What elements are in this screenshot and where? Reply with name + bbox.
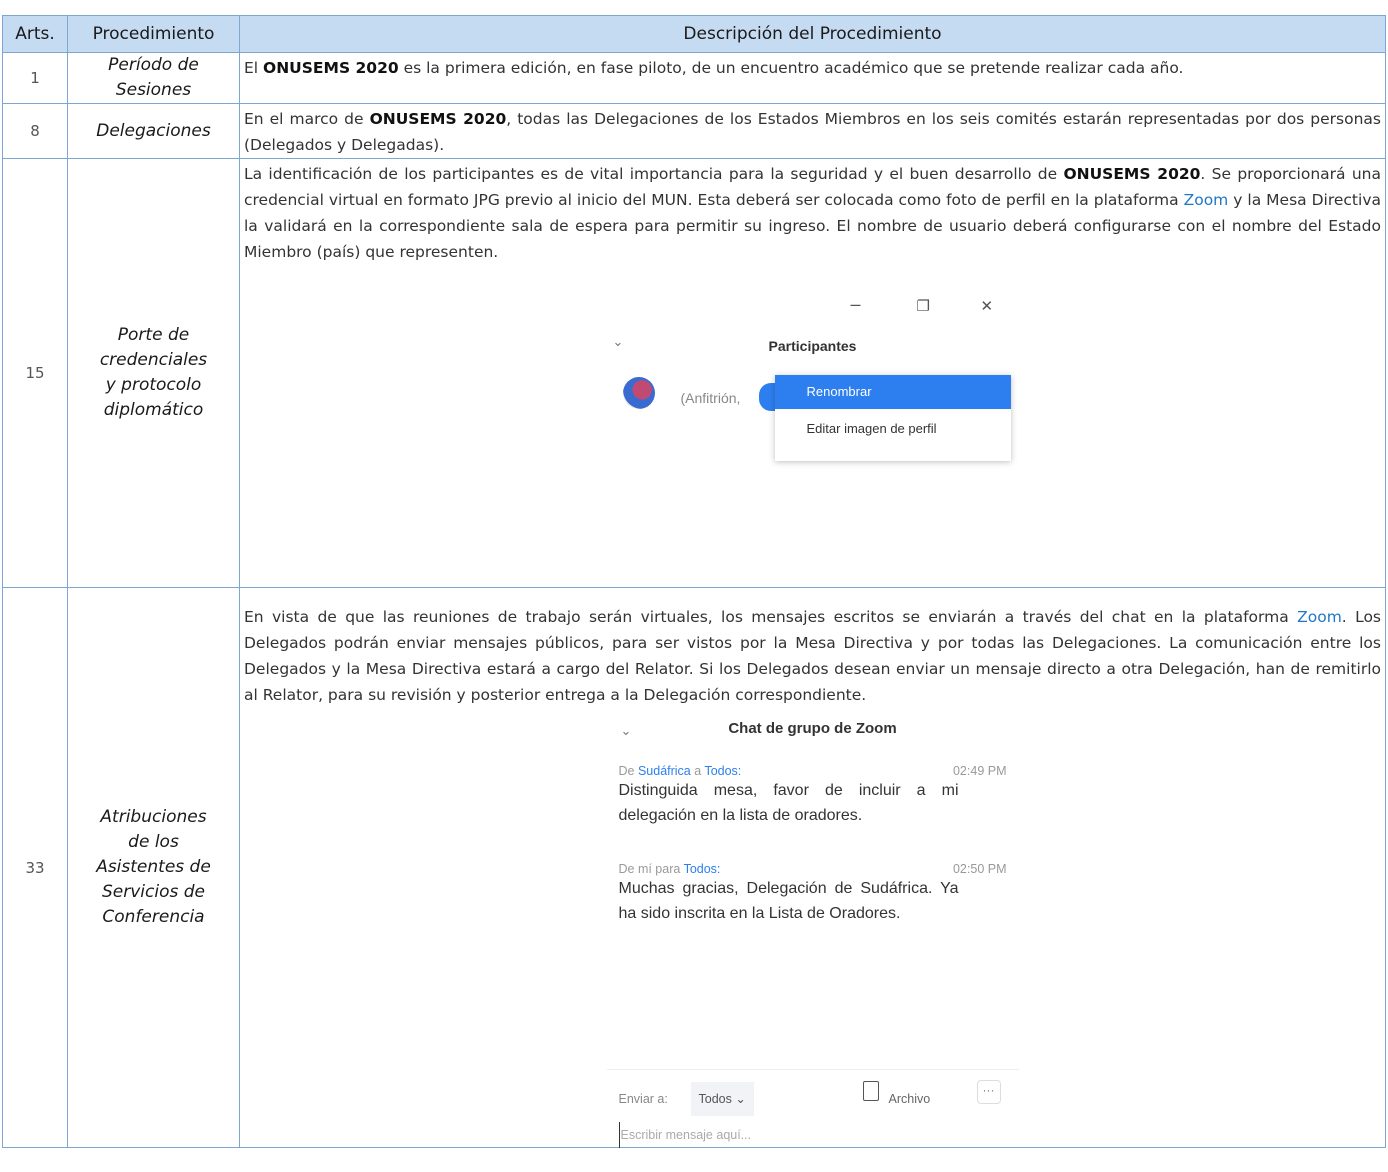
message-text: Muchas gracias, Delegación de Sudáfrica.… bbox=[618, 880, 959, 922]
procedures-table: Arts. Procedimiento Descripción del Proc… bbox=[2, 15, 1386, 1148]
desc-text: En el marco de bbox=[244, 110, 370, 128]
desc-text: es la primera edición, en fase piloto, d… bbox=[398, 59, 1184, 77]
table-row: 15 Porte de credenciales y protocolo dip… bbox=[2, 158, 1386, 588]
menu-item-renombrar: Renombrar bbox=[774, 375, 1011, 409]
desc-text: El bbox=[244, 59, 264, 77]
table-row: 8 Delegaciones En el marco de ONUSEMS 20… bbox=[2, 103, 1386, 159]
table-header-row: Arts. Procedimiento Descripción del Proc… bbox=[2, 15, 1386, 53]
procedure-description: El ONUSEMS 2020 es la primera edición, e… bbox=[239, 52, 1386, 104]
more-icon: ··· bbox=[976, 1080, 1001, 1104]
send-to-label: Enviar a: bbox=[618, 1092, 668, 1106]
procedure-name-line: de los bbox=[128, 832, 179, 852]
message-text: Distinguida mesa, favor de incluir a mi … bbox=[618, 782, 959, 824]
procedure-name-line: Porte de bbox=[117, 325, 190, 345]
avatar bbox=[622, 377, 655, 409]
desc-text: En vista de que las reuniones de trabajo… bbox=[244, 608, 1298, 626]
meta-text: a bbox=[690, 764, 705, 778]
procedure-name-line: y protocolo bbox=[105, 375, 202, 395]
message-input: Escribir mensaje aquí... bbox=[618, 1122, 751, 1148]
desc-bold: ONUSEMS 2020 bbox=[263, 59, 399, 77]
procedure-name: Delegaciones bbox=[67, 103, 240, 159]
minimize-icon: – bbox=[850, 294, 861, 314]
procedure-name: Atribuciones de los Asistentes de Servic… bbox=[67, 587, 240, 1148]
message-meta: De Sudáfrica a Todos: 02:49 PM bbox=[619, 758, 1007, 778]
procedure-name: Período de Sesiones bbox=[67, 52, 240, 104]
chat-message: De Sudáfrica a Todos: 02:49 PM Distingui… bbox=[619, 758, 1007, 828]
zoom-link[interactable]: Zoom bbox=[1297, 608, 1342, 626]
header-descripcion: Descripción del Procedimiento bbox=[239, 15, 1386, 53]
procedure-description: En el marco de ONUSEMS 2020, todas las D… bbox=[239, 103, 1386, 159]
procedure-name-line: diplomático bbox=[103, 400, 204, 420]
recipient-name: Todos: bbox=[683, 862, 721, 876]
article-number: 1 bbox=[2, 52, 68, 104]
meta-text: De bbox=[618, 764, 638, 778]
header-procedimiento: Procedimiento bbox=[67, 15, 240, 53]
procedure-name-line: Conferencia bbox=[102, 907, 205, 927]
chat-message: De mí para Todos: 02:50 PM Muchas gracia… bbox=[619, 856, 1007, 926]
message-time: 02:50 PM bbox=[952, 862, 1007, 876]
host-label: (Anfitrión, bbox=[680, 390, 741, 406]
participants-title: Participantes bbox=[768, 338, 857, 354]
table-row: 1 Período de Sesiones El ONUSEMS 2020 es… bbox=[2, 52, 1386, 104]
file-label: Archivo bbox=[888, 1092, 931, 1106]
close-icon: ✕ bbox=[980, 298, 994, 315]
sender-name: Sudáfrica bbox=[637, 764, 691, 778]
procedure-name-line: Asistentes de bbox=[96, 857, 211, 877]
procedure-description: En vista de que las reuniones de trabajo… bbox=[239, 587, 1386, 1148]
procedure-name: Porte de credenciales y protocolo diplom… bbox=[67, 158, 240, 588]
desc-bold: ONUSEMS 2020 bbox=[369, 110, 507, 128]
procedure-name-line: Servicios de bbox=[101, 882, 205, 902]
chat-title: Chat de grupo de Zoom bbox=[728, 720, 897, 737]
zoom-link[interactable]: Zoom bbox=[1184, 191, 1229, 209]
chat-footer: Enviar a: Todos ⌄ Archivo ··· Escribir m… bbox=[606, 1069, 1019, 1148]
article-number: 33 bbox=[2, 587, 68, 1148]
message-time: 02:49 PM bbox=[952, 764, 1007, 778]
desc-text: La identificación de los participantes e… bbox=[244, 165, 1064, 183]
restore-icon: ❐ bbox=[916, 298, 930, 315]
send-to-dropdown: Todos ⌄ bbox=[690, 1082, 754, 1116]
chat-screenshot: ⌄ Chat de grupo de Zoom De Sudáfrica a T… bbox=[606, 714, 1019, 1148]
header-arts: Arts. bbox=[2, 15, 68, 53]
procedure-name-line: Atribuciones bbox=[100, 807, 207, 827]
desc-bold: ONUSEMS 2020 bbox=[1063, 165, 1201, 183]
message-meta: De mí para Todos: 02:50 PM bbox=[619, 856, 1007, 876]
participants-screenshot: – ❐ ✕ ⌄ Participantes (Anfitrión, Renomb… bbox=[603, 285, 1023, 485]
file-icon bbox=[862, 1081, 879, 1101]
meta-text: De mí para bbox=[618, 862, 684, 876]
article-number: 8 bbox=[2, 103, 68, 159]
table-row: 33 Atribuciones de los Asistentes de Ser… bbox=[2, 587, 1386, 1148]
menu-item-editar-imagen: Editar imagen de perfil bbox=[806, 421, 937, 436]
article-number: 15 bbox=[2, 158, 68, 588]
procedure-description: La identificación de los participantes e… bbox=[239, 158, 1386, 588]
recipient-name: Todos: bbox=[704, 764, 742, 778]
context-menu: Renombrar Editar imagen de perfil bbox=[774, 375, 1011, 461]
send-to-value: Todos bbox=[698, 1092, 732, 1106]
procedure-name-line: credenciales bbox=[99, 350, 208, 370]
